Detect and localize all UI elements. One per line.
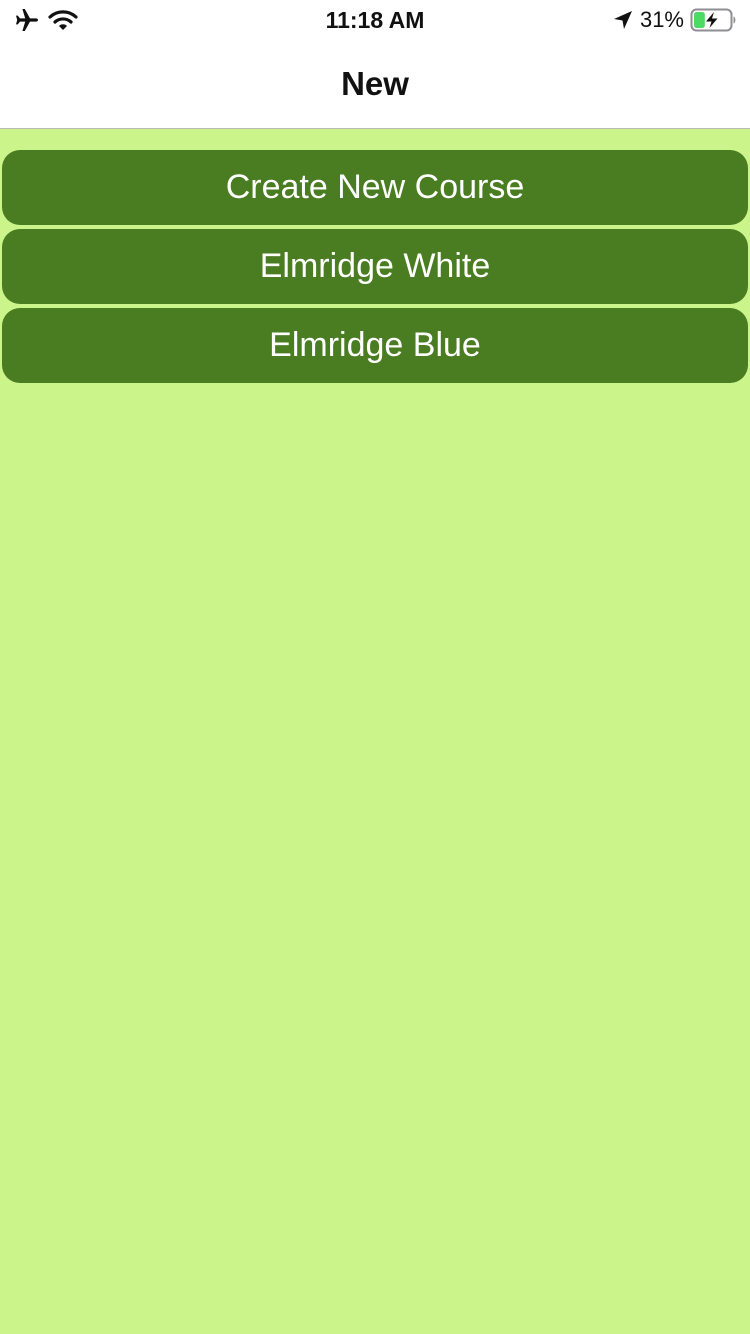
battery-icon bbox=[690, 8, 738, 32]
status-bar: 11:18 AM 31% bbox=[0, 0, 750, 40]
page-title: New bbox=[341, 65, 409, 102]
battery-percent: 31% bbox=[639, 7, 684, 32]
status-right: 31% bbox=[612, 6, 738, 34]
top-bar: 11:18 AM 31% New bbox=[0, 0, 750, 129]
course-elmridge-blue-button[interactable]: Elmridge Blue bbox=[2, 308, 748, 383]
course-list: Create New Course Elmridge White Elmridg… bbox=[2, 150, 748, 387]
create-new-course-button[interactable]: Create New Course bbox=[2, 150, 748, 225]
location-arrow-icon bbox=[612, 9, 634, 31]
course-elmridge-white-button[interactable]: Elmridge White bbox=[2, 229, 748, 304]
